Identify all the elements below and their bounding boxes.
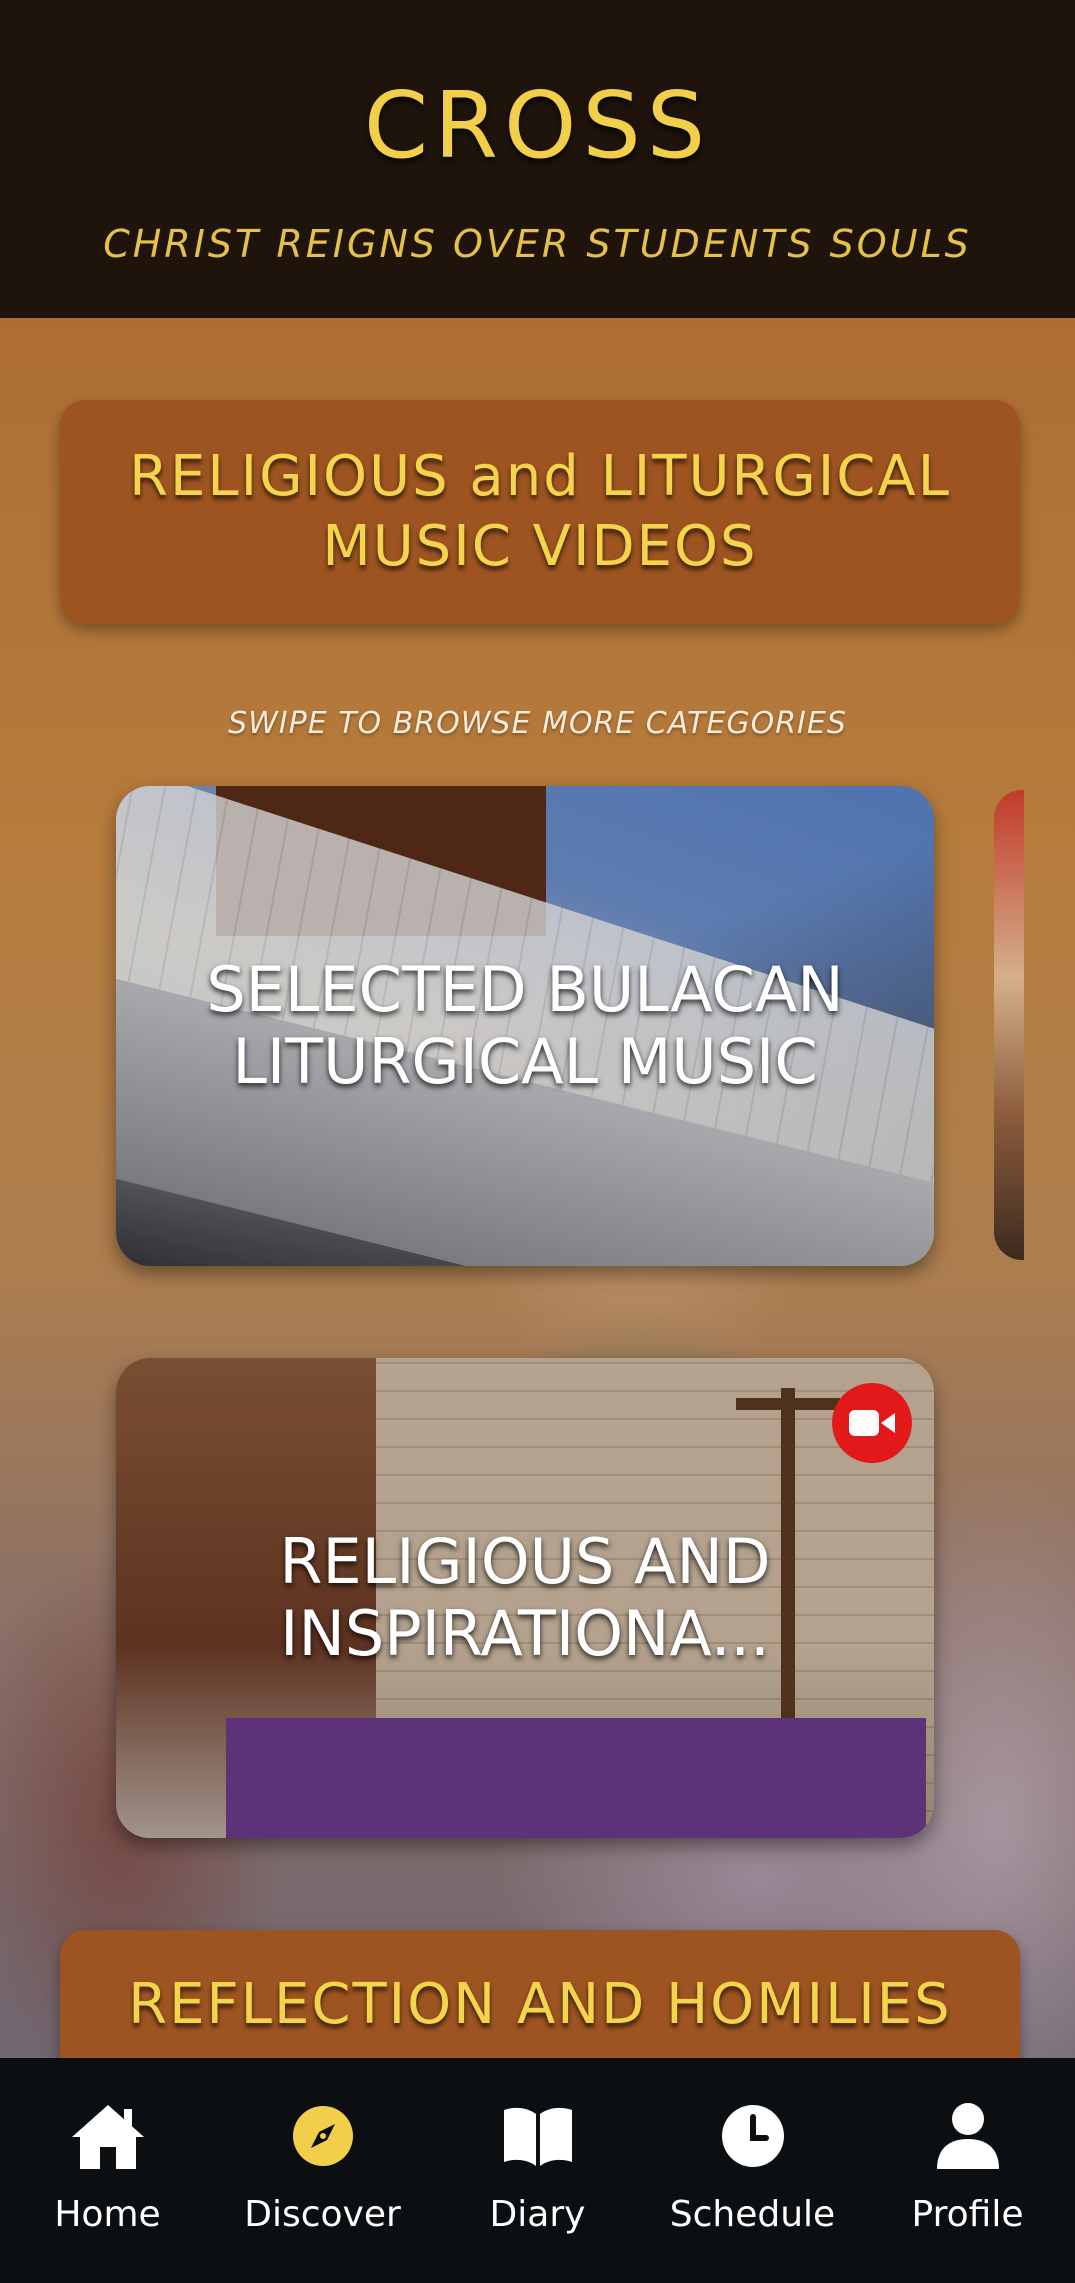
nav-item-diary[interactable]: Diary <box>438 2058 638 2235</box>
swipe-hint: SWIPE TO BROWSE MORE CATEGORIES <box>228 706 847 741</box>
nav-label: Discover <box>244 2194 401 2235</box>
section-title: RELIGIOUS and LITURGICAL MUSIC VIDEOS <box>129 444 951 579</box>
nav-label: Home <box>54 2194 161 2235</box>
section-title: REFLECTION AND HOMILIES <box>128 1972 952 2037</box>
card-title: SELECTED BULACAN LITURGICAL MUSIC <box>206 953 844 1098</box>
clock-icon <box>715 2098 791 2174</box>
nav-item-discover[interactable]: Discover <box>223 2058 423 2235</box>
app-header: CROSS CHRIST REIGNS OVER STUDENTS SOULS <box>0 0 1075 318</box>
card-title: RELIGIOUS AND INSPIRATIONA... <box>279 1525 771 1670</box>
home-icon <box>70 2098 146 2174</box>
app-title: CROSS <box>363 72 712 179</box>
section-banner-music-videos[interactable]: RELIGIOUS and LITURGICAL MUSIC VIDEOS <box>60 400 1020 624</box>
bottom-navigation: Home Discover Diary Schedule Profile <box>0 2058 1075 2283</box>
nav-item-schedule[interactable]: Schedule <box>653 2058 853 2235</box>
nav-label: Diary <box>489 2194 586 2235</box>
compass-icon <box>285 2098 361 2174</box>
nav-label: Profile <box>911 2194 1024 2235</box>
category-card-religious-inspirational[interactable]: RELIGIOUS AND INSPIRATIONA... <box>116 1358 934 1838</box>
app-subtitle: CHRIST REIGNS OVER STUDENTS SOULS <box>103 222 972 266</box>
nav-label: Schedule <box>669 2194 836 2235</box>
discover-screen: CROSS CHRIST REIGNS OVER STUDENTS SOULS … <box>0 0 1075 2283</box>
video-camera-icon <box>832 1383 912 1463</box>
book-icon <box>500 2098 576 2174</box>
next-card-peek[interactable] <box>994 790 1024 1260</box>
person-icon <box>930 2098 1006 2174</box>
category-card-bulacan-liturgical-music[interactable]: SELECTED BULACAN LITURGICAL MUSIC <box>116 786 934 1266</box>
nav-item-home[interactable]: Home <box>8 2058 208 2235</box>
nav-item-profile[interactable]: Profile <box>868 2058 1068 2235</box>
